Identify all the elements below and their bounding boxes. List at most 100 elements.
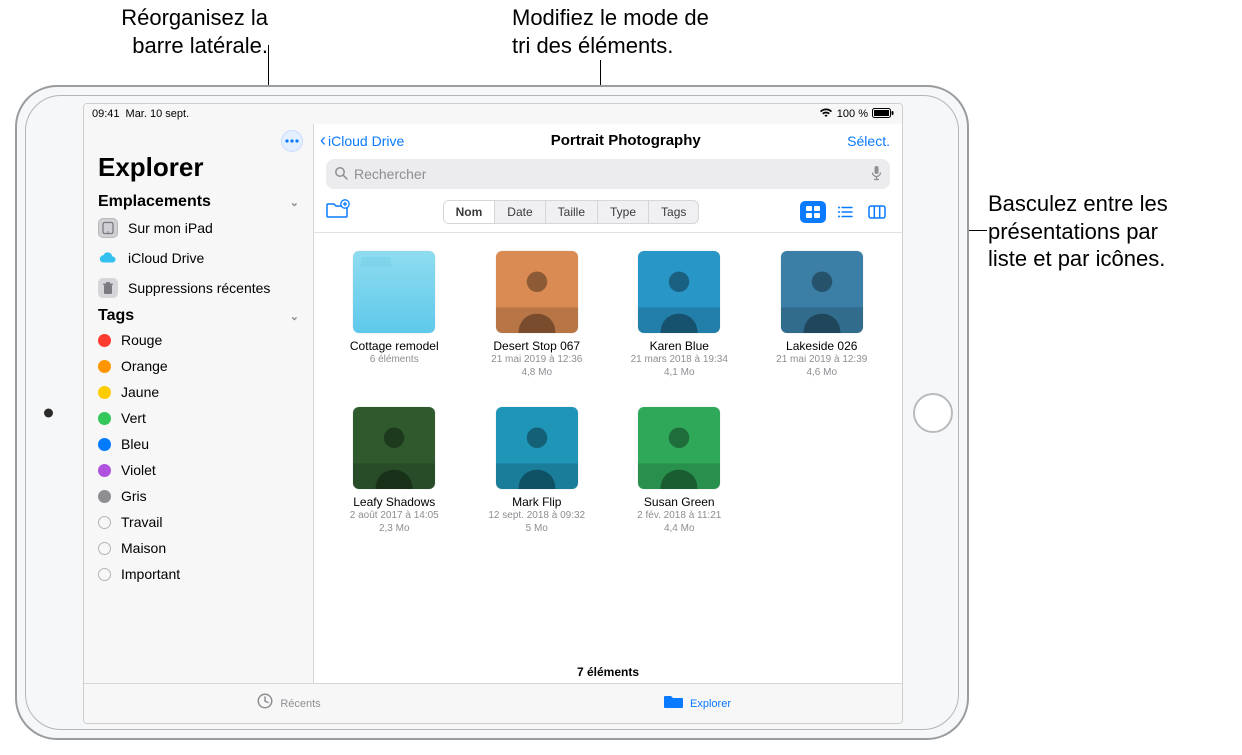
image-thumbnail — [781, 251, 863, 333]
tag-dot-icon — [98, 386, 111, 399]
tag-label: Gris — [121, 488, 147, 504]
search-placeholder: Rechercher — [354, 166, 426, 182]
location-label: Sur mon iPad — [128, 220, 213, 236]
tag-label: Bleu — [121, 436, 149, 452]
file-meta: 21 mai 2019 à 12:364,8 Mo — [491, 353, 582, 379]
sidebar-location-item[interactable]: Suppressions récentes — [84, 273, 313, 303]
sort-option[interactable]: Date — [495, 201, 545, 223]
sort-option[interactable]: Taille — [546, 201, 598, 223]
file-meta: 2 fév. 2018 à 11:214,4 Mo — [637, 509, 721, 535]
sidebar-location-item[interactable]: iCloud Drive — [84, 243, 313, 273]
file-item[interactable]: Leafy Shadows2 août 2017 à 14:052,3 Mo — [332, 407, 457, 535]
tag-dot-icon — [98, 542, 111, 555]
file-meta: 6 éléments — [370, 353, 419, 366]
file-grid: Cottage remodel6 élémentsDesert Stop 067… — [332, 251, 884, 535]
sidebar-more-button[interactable] — [281, 130, 303, 152]
sidebar-tag-item[interactable]: Rouge — [84, 327, 313, 353]
tag-dot-icon — [98, 412, 111, 425]
image-thumbnail — [638, 251, 720, 333]
file-name: Mark Flip — [512, 495, 561, 509]
tab-recents-label: Récents — [280, 698, 320, 710]
tab-browse-label: Explorer — [690, 698, 731, 710]
sort-option[interactable]: Type — [598, 201, 649, 223]
file-item[interactable]: Karen Blue21 mars 2018 à 19:344,1 Mo — [617, 251, 742, 379]
file-name: Susan Green — [644, 495, 715, 509]
image-thumbnail — [638, 407, 720, 489]
tag-label: Rouge — [121, 332, 162, 348]
callout-sidebar: Réorganisez la barre latérale. — [88, 4, 268, 59]
file-item[interactable]: Susan Green2 fév. 2018 à 11:214,4 Mo — [617, 407, 742, 535]
back-label: iCloud Drive — [328, 133, 404, 149]
file-item[interactable]: Desert Stop 06721 mai 2019 à 12:364,8 Mo — [475, 251, 600, 379]
sidebar-tag-item[interactable]: Important — [84, 561, 313, 587]
tag-label: Vert — [121, 410, 146, 426]
file-item[interactable]: Mark Flip12 sept. 2018 à 09:325 Mo — [475, 407, 600, 535]
folder-icon — [664, 693, 684, 714]
new-folder-button[interactable] — [326, 199, 350, 224]
sidebar-tag-item[interactable]: Vert — [84, 405, 313, 431]
chevron-down-icon: ⌄ — [290, 196, 299, 209]
tag-label: Violet — [121, 462, 156, 478]
ipad-icon — [98, 218, 118, 238]
file-meta: 21 mars 2018 à 19:344,1 Mo — [631, 353, 728, 379]
clock-icon — [256, 692, 274, 715]
callout-view: Basculez entre les présentations par lis… — [988, 190, 1228, 273]
tag-dot-icon — [98, 360, 111, 373]
select-button[interactable]: Sélect. — [847, 133, 890, 149]
sort-option[interactable]: Nom — [444, 201, 496, 223]
chevron-left-icon: ‹ — [320, 130, 326, 151]
sort-segmented-control[interactable]: NomDateTailleTypeTags — [443, 200, 700, 224]
tag-dot-icon — [98, 516, 111, 529]
tab-browse[interactable]: Explorer — [493, 693, 902, 714]
sidebar-tag-item[interactable]: Bleu — [84, 431, 313, 457]
view-icons-button[interactable] — [800, 201, 826, 223]
file-name: Cottage remodel — [350, 339, 439, 353]
tags-header[interactable]: Tags ⌄ — [84, 303, 313, 327]
file-meta: 12 sept. 2018 à 09:325 Mo — [488, 509, 585, 535]
file-name: Lakeside 026 — [786, 339, 857, 353]
home-button[interactable] — [913, 393, 953, 433]
tag-label: Important — [121, 566, 180, 582]
location-label: iCloud Drive — [128, 250, 204, 266]
cloud-icon — [98, 248, 118, 268]
sidebar-location-item[interactable]: Sur mon iPad — [84, 213, 313, 243]
sidebar-tag-item[interactable]: Maison — [84, 535, 313, 561]
view-columns-button[interactable] — [864, 201, 890, 223]
tag-dot-icon — [98, 438, 111, 451]
search-input[interactable]: Rechercher — [326, 159, 890, 189]
folder-item[interactable]: Cottage remodel6 éléments — [332, 251, 457, 379]
wifi-icon — [819, 108, 833, 121]
file-meta: 2 août 2017 à 14:052,3 Mo — [350, 509, 439, 535]
sidebar-tag-item[interactable]: Jaune — [84, 379, 313, 405]
locations-header[interactable]: Emplacements ⌄ — [84, 189, 313, 213]
tag-dot-icon — [98, 568, 111, 581]
folder-icon — [353, 251, 435, 333]
sidebar-tag-item[interactable]: Orange — [84, 353, 313, 379]
tag-dot-icon — [98, 334, 111, 347]
sidebar-tag-item[interactable]: Violet — [84, 457, 313, 483]
tag-dot-icon — [98, 464, 111, 477]
file-item[interactable]: Lakeside 02621 mai 2019 à 12:394,6 Mo — [760, 251, 885, 379]
tab-bar: Récents Explorer — [84, 683, 902, 723]
tags-header-label: Tags — [98, 307, 134, 325]
locations-header-label: Emplacements — [98, 193, 211, 211]
sidebar: Explorer Emplacements ⌄ Sur mon iPad iClo… — [84, 124, 314, 683]
location-label: Suppressions récentes — [128, 280, 270, 296]
sidebar-title: Explorer — [84, 152, 313, 189]
back-button[interactable]: ‹ iCloud Drive — [320, 130, 404, 151]
file-name: Leafy Shadows — [353, 495, 435, 509]
sidebar-tag-item[interactable]: Travail — [84, 509, 313, 535]
page-title: Portrait Photography — [551, 132, 701, 149]
tab-recents[interactable]: Récents — [84, 692, 493, 715]
screen: 09:41 Mar. 10 sept. 100 % — [83, 103, 903, 724]
mic-icon[interactable] — [871, 165, 882, 184]
camera-icon — [44, 408, 53, 417]
sidebar-tag-item[interactable]: Gris — [84, 483, 313, 509]
image-thumbnail — [496, 407, 578, 489]
sort-option[interactable]: Tags — [649, 201, 698, 223]
trash-icon — [98, 278, 118, 298]
battery-percent: 100 % — [837, 108, 868, 120]
status-bar: 09:41 Mar. 10 sept. 100 % — [84, 104, 902, 124]
view-list-button[interactable] — [832, 201, 858, 223]
chevron-down-icon: ⌄ — [290, 310, 299, 323]
